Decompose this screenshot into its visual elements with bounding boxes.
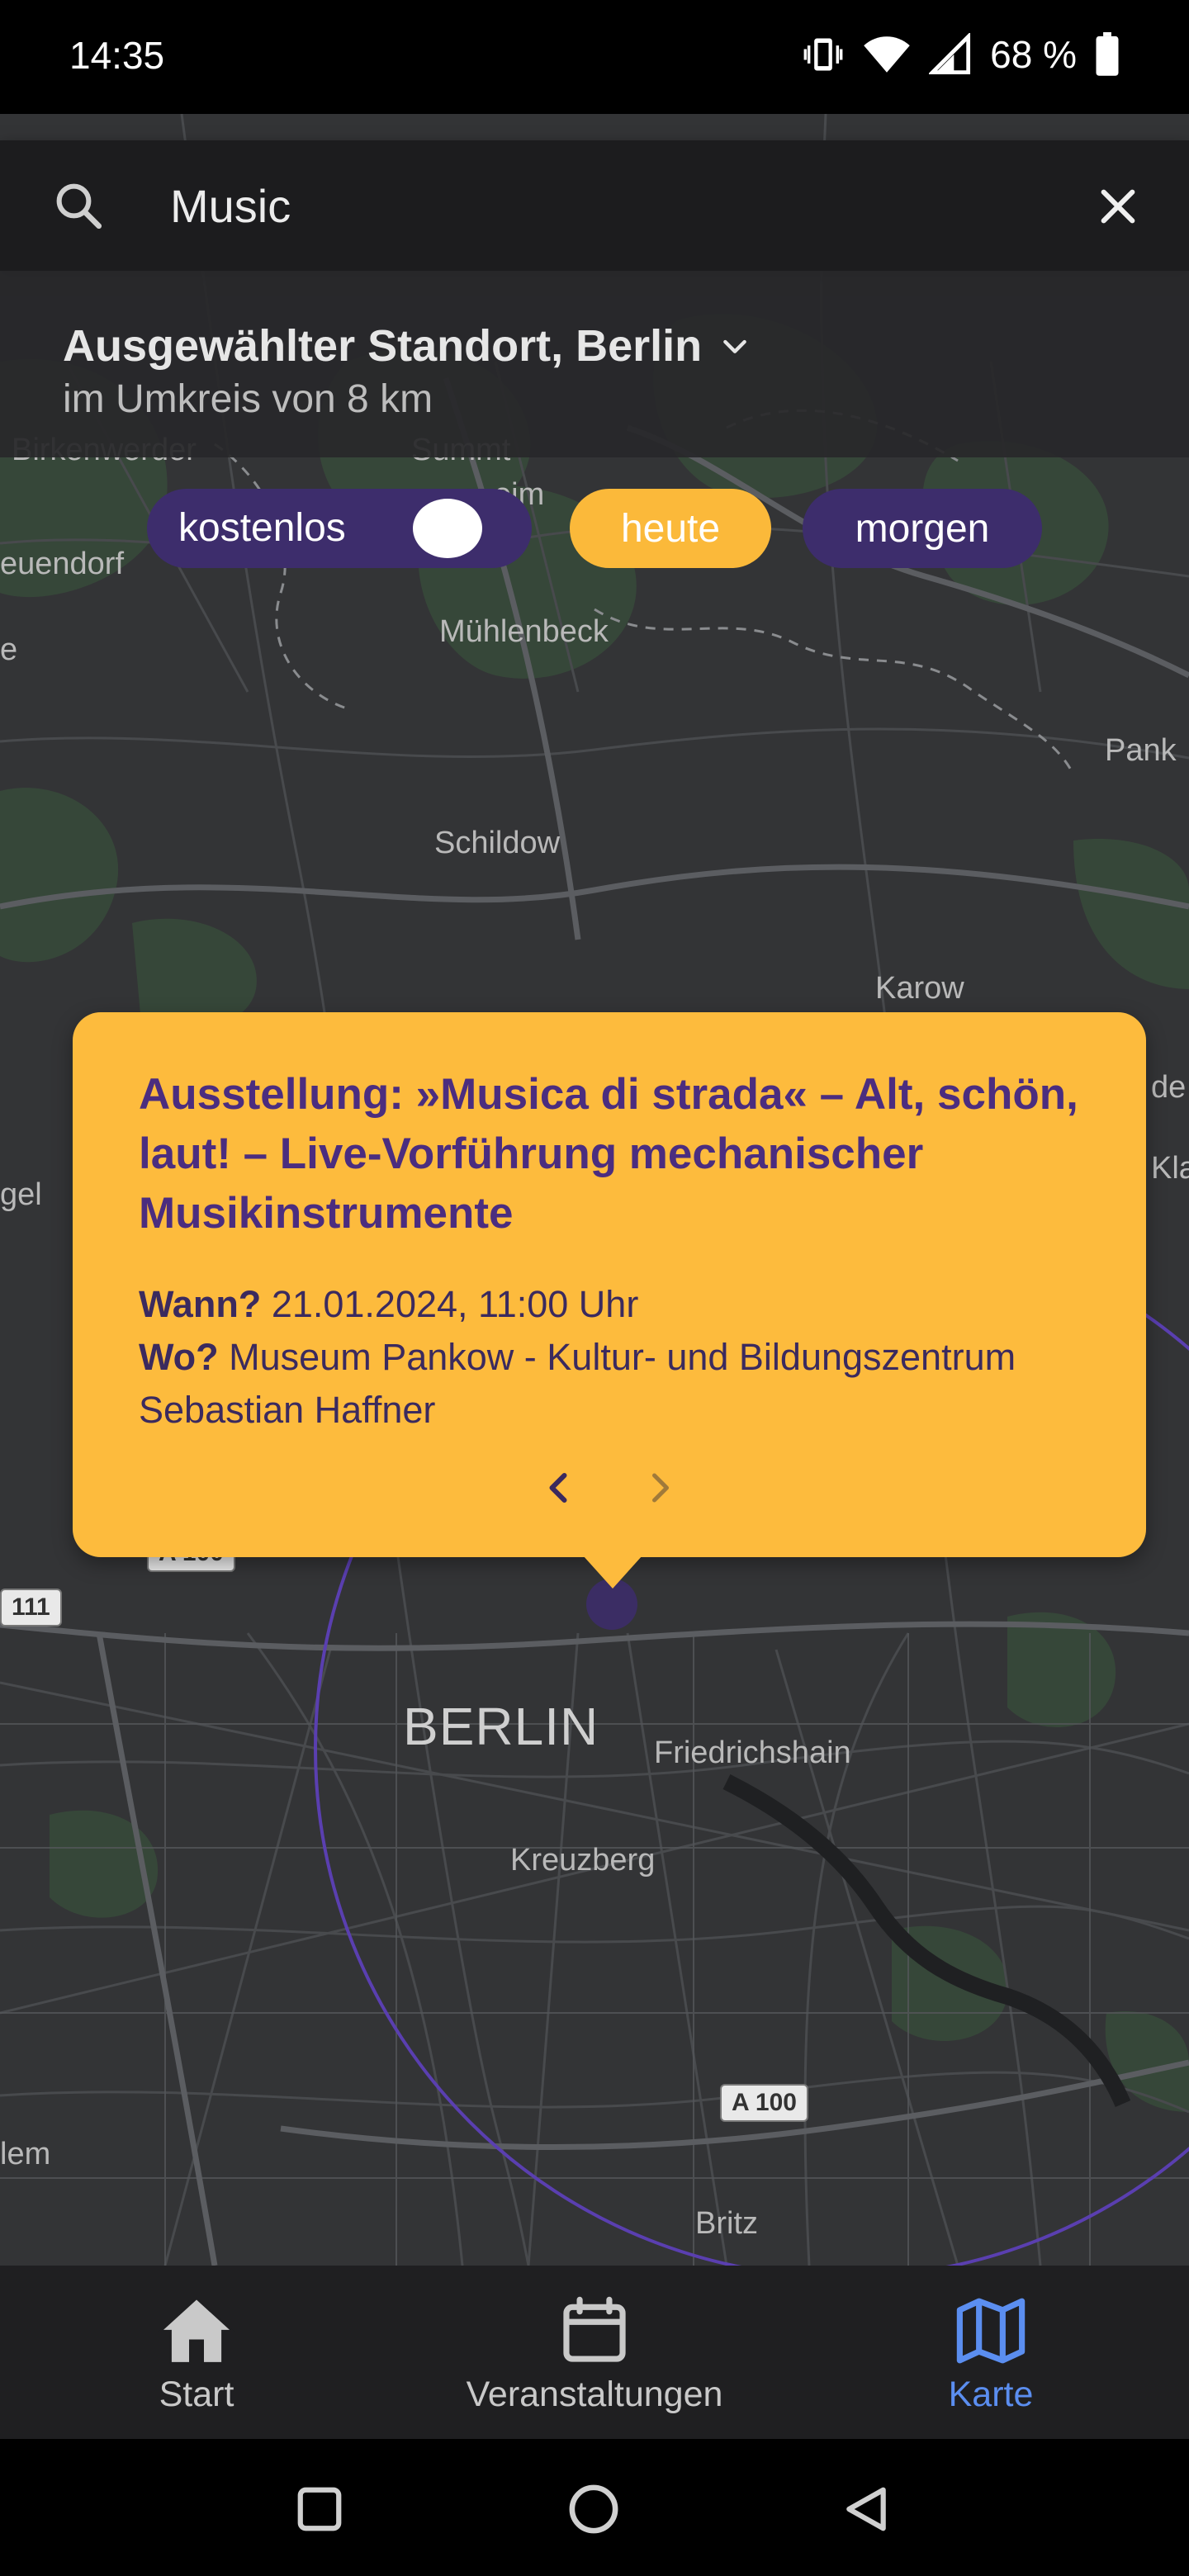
location-title: Ausgewählter Standort, Berlin <box>63 321 703 371</box>
map-label: euendorf <box>0 547 125 581</box>
event-when-label: Wann? <box>139 1283 262 1325</box>
map-icon <box>956 2298 1026 2364</box>
event-when-value: 21.01.2024, 11:00 Uhr <box>271 1283 639 1325</box>
battery-percent: 68 % <box>990 33 1077 76</box>
previous-event-button[interactable] <box>541 1463 576 1513</box>
search-icon <box>56 183 102 230</box>
map-label-city: BERLIN <box>403 1697 599 1756</box>
wifi-icon <box>864 36 910 73</box>
popup-pagination <box>73 1463 1146 1521</box>
clear-search-button[interactable] <box>1087 175 1149 238</box>
popup-pointer <box>583 1556 642 1589</box>
nav-item-map[interactable]: Karte <box>817 2295 1164 2419</box>
nav-item-start[interactable]: Start <box>23 2295 370 2419</box>
signal-icon <box>929 33 971 75</box>
map-label: gel <box>0 1177 42 1212</box>
road-sign: A 100 <box>720 2084 808 2122</box>
map-label: Friedrichshain <box>654 1735 851 1770</box>
toggle-knob <box>413 499 482 558</box>
event-where-value: Museum Pankow - Kultur- und Bildungszent… <box>139 1336 1016 1431</box>
today-filter-chip[interactable]: heute <box>570 489 771 568</box>
vibrate-icon <box>803 38 843 71</box>
nav-label-events: Veranstaltungen <box>466 2375 723 2414</box>
status-bar: 14:35 68 % <box>0 0 1189 114</box>
free-filter-label: kostenlos <box>178 506 346 550</box>
location-panel: Ausgewählter Standort, Berlin im Umkreis… <box>0 271 1189 457</box>
recents-button[interactable] <box>291 2480 348 2538</box>
map-label: Karow <box>875 971 964 1006</box>
system-navigation <box>0 2439 1189 2576</box>
search-bar <box>0 140 1189 271</box>
chevron-left-icon <box>549 1473 567 1503</box>
map-label: Britz <box>695 2206 758 2241</box>
close-icon <box>1101 189 1135 224</box>
chevron-right-icon <box>652 1473 669 1503</box>
nav-item-events[interactable]: Veranstaltungen <box>421 2295 768 2419</box>
back-button[interactable] <box>837 2480 895 2538</box>
calendar-icon <box>563 2296 626 2362</box>
map-label: Kreuzberg <box>510 1843 656 1878</box>
tomorrow-filter-chip[interactable]: morgen <box>803 489 1042 568</box>
map-label: lem <box>0 2137 51 2171</box>
bottom-navigation: Start Veranstaltungen Karte <box>0 2266 1189 2439</box>
map-label: de <box>1151 1070 1187 1105</box>
search-input[interactable] <box>170 177 1029 234</box>
home-icon <box>158 2297 235 2365</box>
map-label: Kla <box>1151 1151 1189 1186</box>
nav-label-map: Karte <box>948 2375 1034 2414</box>
triangle-back-icon <box>846 2487 886 2531</box>
event-details: Wann? 21.01.2024, 11:00 Uhr Wo? Museum P… <box>139 1278 1088 1437</box>
battery-icon <box>1096 32 1119 76</box>
location-selector[interactable]: Ausgewählter Standort, Berlin <box>63 320 751 372</box>
nav-label-start: Start <box>159 2375 234 2414</box>
map-label: e <box>0 632 18 667</box>
status-icons: 68 % <box>802 30 1120 79</box>
next-event-button[interactable] <box>643 1463 678 1513</box>
square-icon <box>297 2487 342 2531</box>
chevron-down-icon <box>723 339 746 353</box>
road-sign: 111 <box>0 1589 62 1627</box>
map-label: Mühlenbeck <box>439 614 609 649</box>
map-label: Schildow <box>434 826 561 860</box>
event-when: Wann? 21.01.2024, 11:00 Uhr <box>139 1278 1088 1331</box>
event-title[interactable]: Ausstellung: »Musica di strada« – Alt, s… <box>139 1065 1088 1243</box>
status-time: 14:35 <box>69 34 165 77</box>
event-where-label: Wo? <box>139 1336 219 1378</box>
home-button[interactable] <box>565 2480 623 2538</box>
event-popup[interactable]: Ausstellung: »Musica di strada« – Alt, s… <box>73 1012 1146 1557</box>
event-where: Wo? Museum Pankow - Kultur- und Bildungs… <box>139 1331 1088 1437</box>
circle-icon <box>569 2484 618 2534</box>
free-filter-toggle[interactable]: kostenlos <box>147 489 532 568</box>
map-label: Pank <box>1105 733 1177 768</box>
location-radius: im Umkreis von 8 km <box>63 377 433 421</box>
